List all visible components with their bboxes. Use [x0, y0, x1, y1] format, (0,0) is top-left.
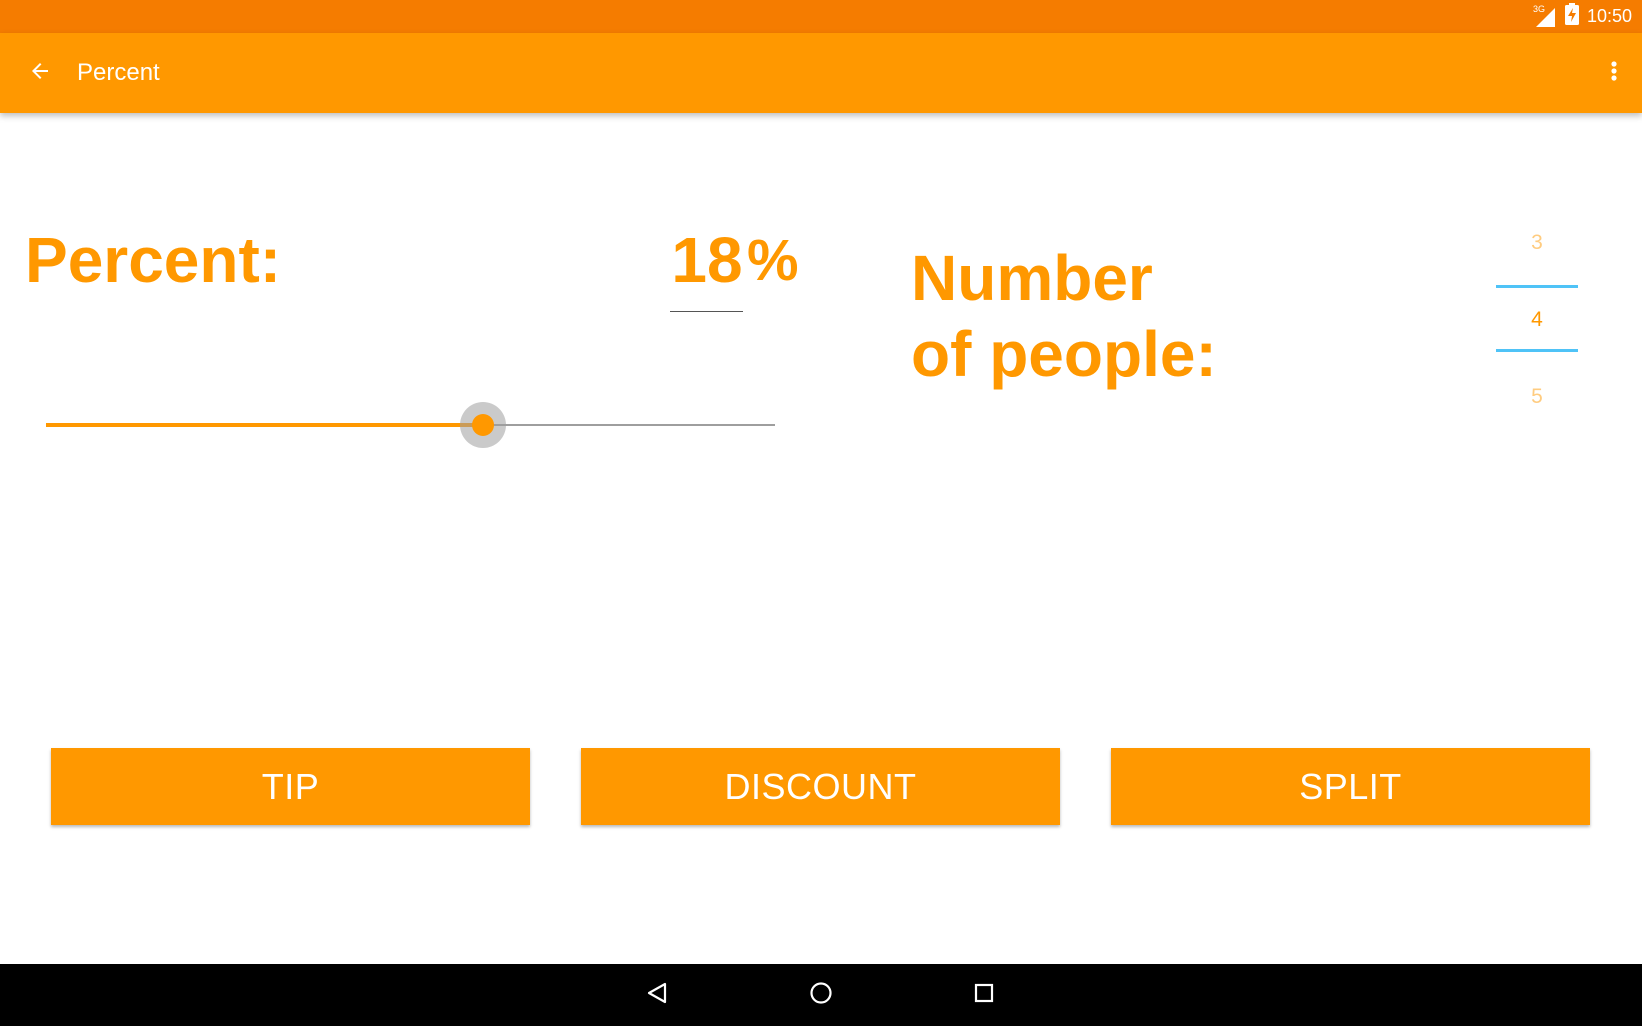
recents-square-icon — [972, 981, 996, 1010]
overflow-menu-button[interactable] — [1594, 49, 1634, 97]
percent-label: Percent: — [25, 224, 282, 296]
tip-button[interactable]: TIP — [51, 748, 530, 825]
picker-previous-value[interactable]: 3 — [1496, 229, 1578, 257]
picker-next-value[interactable]: 5 — [1496, 383, 1578, 411]
picker-current-value[interactable]: 4 — [1496, 306, 1578, 334]
back-button[interactable] — [16, 49, 64, 97]
status-bar: 3G 10:50 — [0, 0, 1642, 33]
status-time: 10:50 — [1586, 6, 1632, 26]
arrow-back-icon — [28, 59, 52, 88]
people-label-line1: Number — [911, 242, 1153, 314]
picker-divider-bottom — [1496, 349, 1578, 352]
people-label: Number of people: — [911, 240, 1217, 392]
people-number-picker[interactable]: 3 4 5 — [1496, 216, 1578, 416]
nav-back-button[interactable] — [637, 975, 677, 1015]
home-circle-icon — [809, 981, 833, 1010]
signal-icon: 3G — [1533, 4, 1557, 28]
discount-button[interactable]: DISCOUNT — [581, 748, 1060, 825]
percent-input-underline — [670, 311, 743, 312]
percent-slider[interactable] — [46, 395, 775, 455]
more-vert-icon — [1610, 59, 1618, 88]
battery-charging-icon — [1564, 3, 1579, 30]
system-nav-bar — [0, 964, 1642, 1026]
page-title: Percent — [77, 59, 160, 86]
people-label-line2: of people: — [911, 318, 1217, 390]
slider-fill — [46, 423, 484, 427]
status-icons: 3G 10:50 — [1533, 0, 1632, 33]
nav-recents-button[interactable] — [964, 975, 1004, 1015]
app-bar: Percent — [0, 33, 1642, 113]
nav-home-button[interactable] — [801, 975, 841, 1015]
percent-input[interactable]: 18 — [670, 222, 744, 298]
picker-divider-top — [1496, 285, 1578, 288]
back-triangle-icon — [645, 981, 669, 1010]
percent-sign: % — [747, 228, 799, 293]
split-button[interactable]: SPLIT — [1111, 748, 1590, 825]
